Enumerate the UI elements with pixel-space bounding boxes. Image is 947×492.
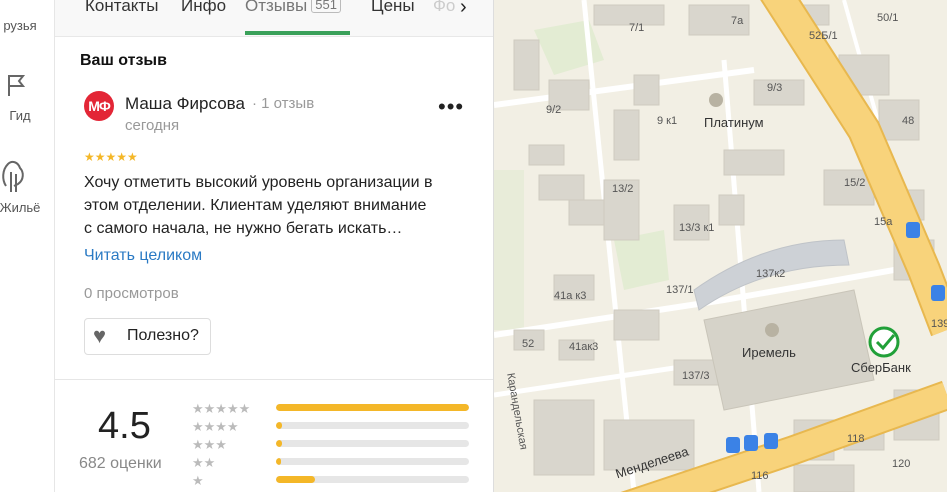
tab-prices[interactable]: Цены <box>371 0 415 16</box>
rail-item-guide[interactable]: Гид <box>0 70 54 123</box>
avatar[interactable]: МФ <box>84 91 114 121</box>
map-label: 9 к1 <box>657 115 678 127</box>
map-label: 137/1 <box>666 284 694 296</box>
map-label[interactable]: Иремель <box>742 345 796 360</box>
views-count: 0 просмотров <box>84 285 179 302</box>
distribution-bar-fill <box>276 458 281 465</box>
map-label: 116 <box>751 470 769 482</box>
tab-bar: Контакты Инфо Отзывы 551 Цены Фо › <box>55 0 493 37</box>
distribution-bar-fill <box>276 440 282 447</box>
read-more-link[interactable]: Читать целиком <box>84 247 202 265</box>
ratings-count: 682 оценки <box>79 455 162 472</box>
map-label: 7а <box>731 15 744 27</box>
section-title: Ваш отзыв <box>80 52 167 69</box>
rail-item-label: Гид <box>9 108 31 123</box>
author-reviews-count: · 1 отзыв <box>252 95 315 112</box>
map-view[interactable]: 7/1 7а 50/1 52Б/1 9/3 9/2 9 к1 Платинум 48 13/2 15… <box>494 0 947 492</box>
house-icon <box>2 160 24 192</box>
map-label: 48 <box>902 115 915 127</box>
tab-contacts[interactable]: Контакты <box>85 0 158 16</box>
rail-item-label: рузья <box>3 18 37 33</box>
distribution-bar <box>276 458 469 465</box>
map-label[interactable]: СберБанк <box>851 360 911 375</box>
map-label: 137к2 <box>756 268 786 280</box>
distribution-stars: ★★★★★ <box>192 401 251 416</box>
map-label: 41а к3 <box>554 290 587 302</box>
useful-button[interactable]: ♥ Полезно? <box>84 318 211 355</box>
map-label: 9/2 <box>546 104 562 116</box>
distribution-stars: ★★★★ <box>192 419 239 434</box>
rail-item-housing[interactable]: Жильё <box>0 158 54 215</box>
map-label: 118 <box>847 433 865 445</box>
tab-photos[interactable]: Фо <box>433 0 455 16</box>
distribution-stars: ★ <box>192 473 204 488</box>
average-rating: 4.5 <box>98 405 151 447</box>
map-label: 139 <box>931 318 947 330</box>
map-label: 13/2 <box>612 183 634 195</box>
tab-reviews[interactable]: Отзывы 551 <box>245 0 341 16</box>
distribution-bar-fill <box>276 476 315 483</box>
map-label: 9/3 <box>767 82 783 94</box>
side-rail: рузья Гид Жильё <box>0 0 55 492</box>
tab-reviews-label: Отзывы <box>245 0 308 15</box>
distribution-bar <box>276 404 469 411</box>
useful-label: Полезно? <box>127 327 199 344</box>
distribution-bar-fill <box>276 422 282 429</box>
map-label: 7/1 <box>629 22 645 34</box>
map-label: 137/3 <box>682 370 710 382</box>
flag-icon <box>8 75 26 96</box>
review-stars: ★★★★★ <box>84 150 138 164</box>
distribution-bar <box>276 422 469 429</box>
author-name[interactable]: Маша Фирсова <box>125 94 245 114</box>
review-date: сегодня <box>125 117 180 134</box>
map-canvas <box>494 0 947 492</box>
org-card-panel: Контакты Инфо Отзывы 551 Цены Фо › Ваш от… <box>55 0 494 492</box>
heart-icon: ♥ <box>93 323 107 348</box>
reviews-count-badge: 551 <box>311 0 341 13</box>
tab-info[interactable]: Инфо <box>181 0 226 16</box>
rail-item-label: Жильё <box>0 200 41 215</box>
map-label[interactable]: Платинум <box>704 115 764 130</box>
distribution-bar <box>276 440 469 447</box>
more-options-icon[interactable]: ••• <box>438 94 464 120</box>
divider <box>55 379 493 380</box>
map-label: 120 <box>892 458 911 470</box>
map-label: 50/1 <box>877 12 899 24</box>
map-label: 15а <box>874 216 893 228</box>
review-text: Хочу отметить высокий уровень организаци… <box>84 174 433 237</box>
map-label: 13/3 к1 <box>679 222 715 234</box>
map-label: 52 <box>522 338 535 350</box>
distribution-stars: ★★★ <box>192 437 227 452</box>
distribution-stars: ★★ <box>192 455 216 470</box>
distribution-bar <box>276 476 469 483</box>
map-label: 41ак3 <box>569 341 599 353</box>
map-label: 52Б/1 <box>809 30 838 42</box>
distribution-bar-fill <box>276 404 469 411</box>
map-label: 15/2 <box>844 177 866 189</box>
chevron-right-icon[interactable]: › <box>460 0 467 19</box>
active-tab-indicator <box>245 31 350 35</box>
